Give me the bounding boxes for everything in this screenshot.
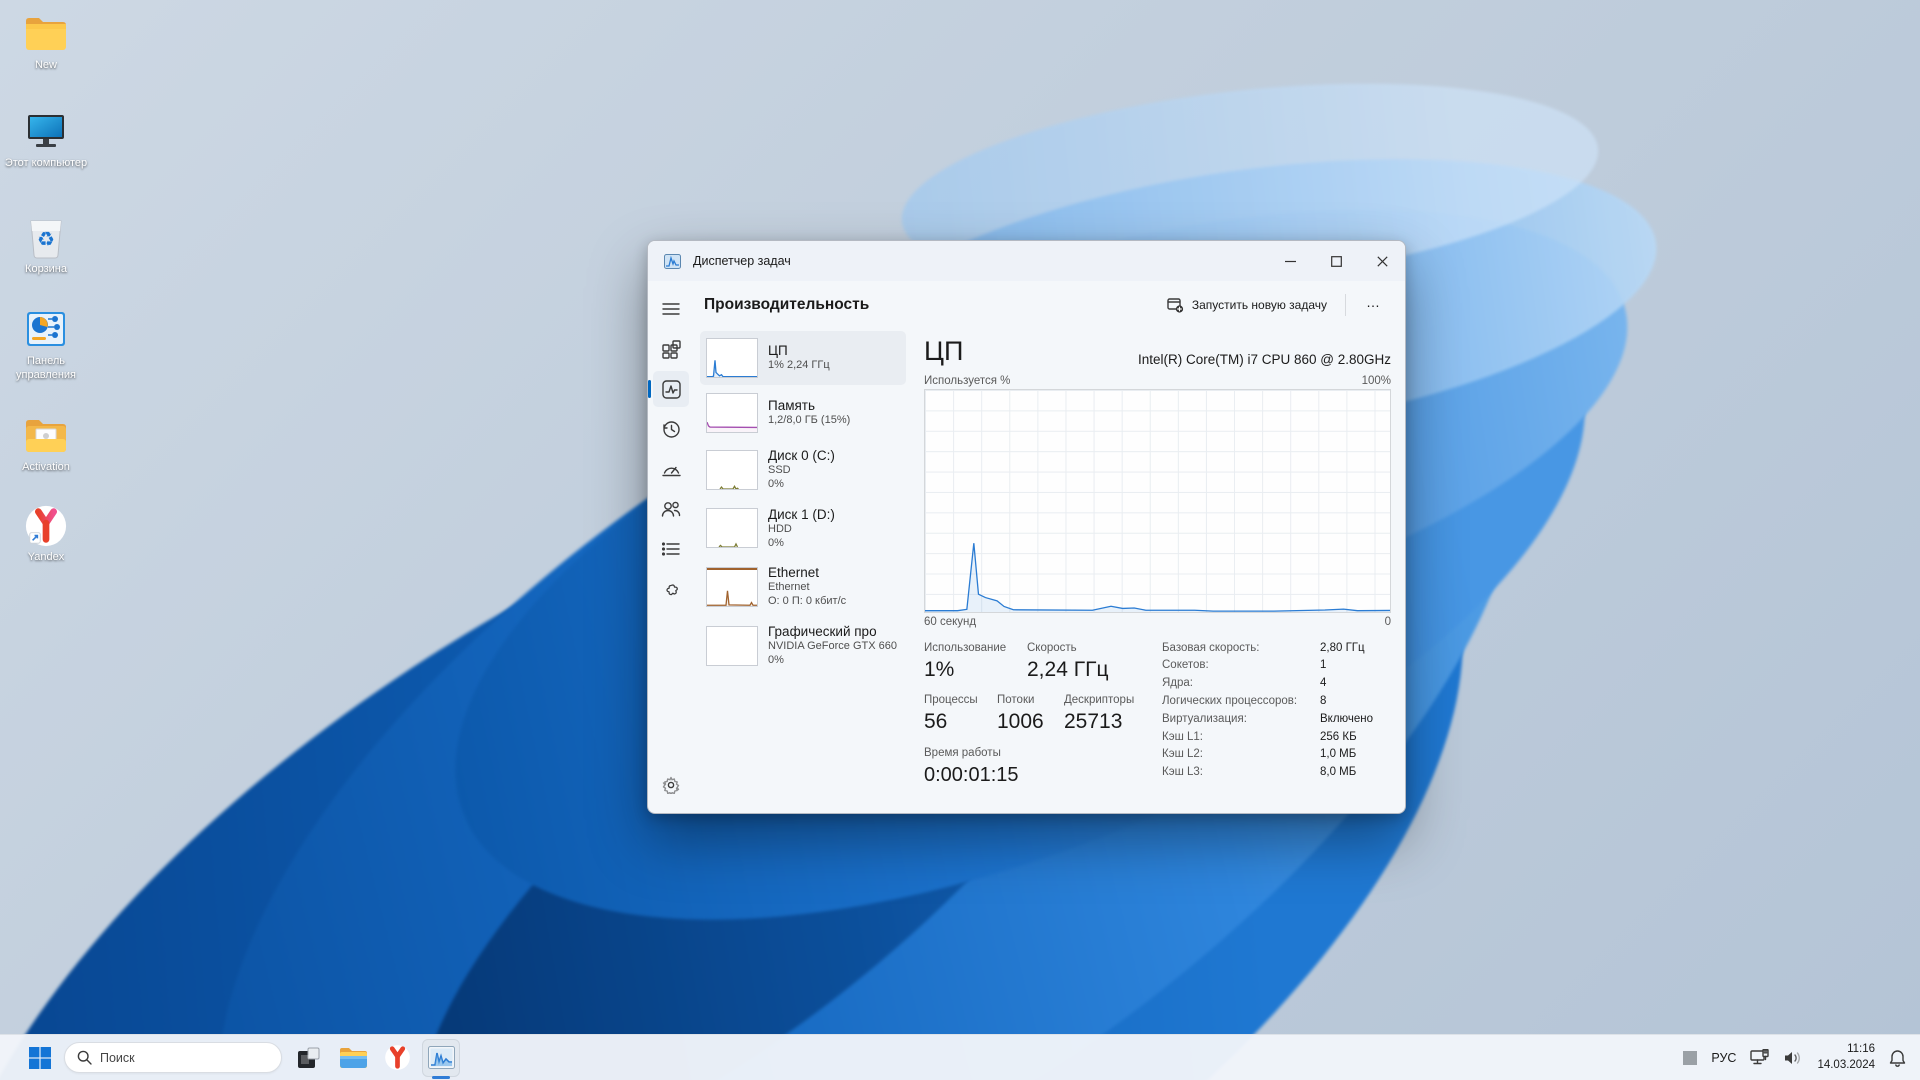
folder-doc-icon	[24, 414, 68, 458]
windows-logo-icon	[28, 1046, 52, 1070]
taskbar-app-dark[interactable]	[290, 1039, 328, 1077]
details-icon[interactable]	[653, 531, 689, 567]
taskbar-app-task-manager[interactable]	[422, 1039, 460, 1077]
disk0-mini-graph	[706, 450, 758, 490]
cpu-speed-value: 2,24 ГГц	[1027, 657, 1108, 683]
processes-value: 56	[924, 709, 997, 735]
window-title: Диспетчер задач	[693, 254, 791, 268]
disk1-mini-graph	[706, 508, 758, 548]
perf-item-memory[interactable]: Память1,2/8,0 ГБ (15%)	[700, 386, 906, 440]
desktop-icon-activation[interactable]: Activation	[0, 414, 92, 475]
desktop-icon-recycle-bin[interactable]: ♻ Корзина	[0, 216, 92, 277]
desktop-icon-control-panel[interactable]: Панель управления	[0, 308, 92, 383]
header-divider	[1345, 294, 1346, 316]
uptime-value: 0:00:01:15	[924, 762, 1019, 788]
titlebar[interactable]: Диспетчер задач	[648, 241, 1405, 281]
language-indicator[interactable]: РУС	[1711, 1051, 1736, 1065]
cpu-mini-graph	[706, 338, 758, 378]
svg-text:♻: ♻	[37, 229, 55, 251]
network-icon[interactable]	[1750, 1049, 1770, 1066]
control-panel-icon	[24, 308, 68, 352]
search-placeholder: Поиск	[100, 1051, 135, 1065]
yandex-icon	[24, 504, 68, 548]
processes-icon[interactable]	[653, 331, 689, 367]
perf-item-cpu[interactable]: ЦП1% 2,24 ГГц	[700, 331, 906, 385]
taskbar-app-explorer[interactable]	[334, 1039, 372, 1077]
new-task-icon	[1167, 298, 1184, 313]
computer-icon	[24, 110, 68, 154]
cpu-stats-left: Использование1% Скорость2,24 ГГц Процесс…	[924, 640, 1154, 788]
task-manager-icon	[664, 254, 681, 269]
dark-app-icon	[296, 1045, 322, 1071]
search-icon	[77, 1050, 92, 1065]
tray-date: 14.03.2024	[1817, 1058, 1875, 1074]
startup-apps-icon[interactable]	[653, 451, 689, 487]
perf-item-gpu[interactable]: Графический проNVIDIA GeForce GTX 6600%	[700, 617, 906, 675]
notification-bell-icon[interactable]	[1889, 1049, 1906, 1067]
volume-icon[interactable]	[1784, 1050, 1803, 1066]
memory-mini-graph	[706, 393, 758, 433]
menu-icon[interactable]	[653, 291, 689, 327]
performance-icon[interactable]	[653, 371, 689, 407]
minimize-button[interactable]	[1267, 241, 1313, 281]
desktop-icon-yandex[interactable]: Yandex	[0, 504, 92, 565]
cpu-panel: ЦП Intel(R) Core(TM) i7 CPU 860 @ 2.80GH…	[910, 329, 1405, 813]
x-axis-left: 60 секунд	[924, 616, 976, 628]
desktop-icon-label: Activation	[22, 461, 70, 475]
search-input[interactable]: Поиск	[64, 1042, 282, 1073]
recycle-bin-icon: ♻	[24, 216, 68, 260]
desktop-icon-label: Корзина	[25, 263, 67, 277]
ethernet-mini-graph	[706, 567, 758, 607]
y-axis-max: 100%	[1362, 375, 1391, 387]
threads-value: 1006	[997, 709, 1064, 735]
start-button[interactable]	[22, 1040, 58, 1076]
nav-rail	[648, 281, 694, 813]
folder-icon	[24, 12, 68, 56]
services-icon[interactable]	[653, 571, 689, 607]
desktop-icon-label: Этот компьютер	[5, 157, 87, 171]
tray-hidden-icon[interactable]	[1683, 1051, 1697, 1065]
run-new-task-label: Запустить новую задачу	[1192, 298, 1327, 312]
file-explorer-icon	[339, 1046, 367, 1069]
cpu-title: ЦП	[924, 337, 963, 367]
page-header: Производительность Запустить новую задач…	[694, 281, 1405, 329]
yandex-browser-icon	[384, 1044, 411, 1071]
tray-time: 11:16	[1817, 1042, 1875, 1058]
desktop-icon-label: New	[35, 59, 57, 73]
performance-list: ЦП1% 2,24 ГГц Память1,2/8,0 ГБ (15%) Дис…	[694, 329, 910, 813]
y-axis-label: Используется %	[924, 375, 1010, 387]
perf-item-disk1[interactable]: Диск 1 (D:)HDD0%	[700, 500, 906, 558]
run-new-task-button[interactable]: Запустить новую задачу	[1159, 292, 1335, 319]
desktop-icon-label: Yandex	[28, 551, 65, 565]
task-manager-taskbar-icon	[428, 1046, 455, 1069]
task-manager-window: Диспетчер задач Производительность	[647, 240, 1406, 814]
page-title: Производительность	[704, 296, 869, 314]
x-axis-right: 0	[1385, 616, 1391, 628]
cpu-usage-graph[interactable]	[924, 389, 1391, 613]
desktop-icon-label: Панель управления	[0, 355, 92, 383]
close-button[interactable]	[1359, 241, 1405, 281]
app-history-icon[interactable]	[653, 411, 689, 447]
handles-value: 25713	[1064, 709, 1134, 735]
cpu-model: Intel(R) Core(TM) i7 CPU 860 @ 2.80GHz	[1138, 352, 1391, 367]
gpu-mini-graph	[706, 626, 758, 666]
cpu-stats-right: Базовая скорость:2,80 ГГц Сокетов:1 Ядра…	[1162, 640, 1373, 788]
taskbar-app-yandex[interactable]	[378, 1039, 416, 1077]
settings-gear-icon[interactable]	[653, 767, 689, 803]
users-icon[interactable]	[653, 491, 689, 527]
taskbar: Поиск РУС 11:16 14.03.2024	[0, 1034, 1920, 1080]
desktop-icon-new[interactable]: New	[0, 12, 92, 73]
clock[interactable]: 11:16 14.03.2024	[1817, 1042, 1875, 1073]
cpu-usage-value: 1%	[924, 657, 1027, 683]
more-options-button[interactable]: …	[1356, 290, 1391, 320]
desktop-icon-this-pc[interactable]: Этот компьютер	[0, 110, 92, 171]
maximize-button[interactable]	[1313, 241, 1359, 281]
perf-item-ethernet[interactable]: EthernetEthernetО: 0 П: 0 кбит/с	[700, 558, 906, 616]
perf-item-disk0[interactable]: Диск 0 (C:)SSD0%	[700, 441, 906, 499]
